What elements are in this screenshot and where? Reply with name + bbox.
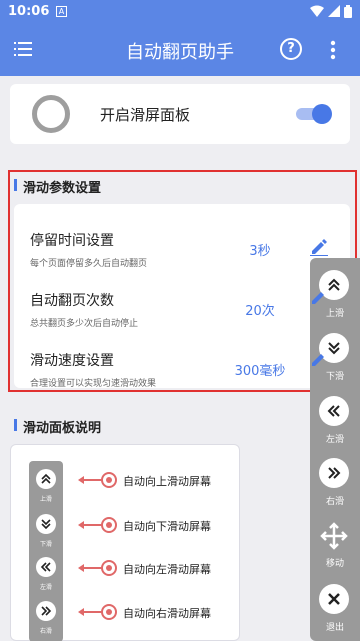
panel-toggle-label: 开启滑屏面板: [100, 106, 191, 124]
mini-left-icon: [36, 557, 56, 577]
mini-label: 左滑: [39, 584, 52, 591]
page-title: 自动翻页助手: [126, 42, 234, 63]
params-section-title: 滑动参数设置: [14, 177, 101, 196]
move-icon[interactable]: [320, 522, 348, 550]
desc-section-title: 滑动面板说明: [14, 417, 101, 436]
double-chevron-right-icon: [328, 467, 341, 479]
pointer-line: [81, 479, 103, 481]
pointer-dot-icon: [101, 604, 117, 620]
panel-right-button[interactable]: [319, 458, 349, 488]
mini-label: 右滑: [39, 628, 52, 635]
param-value: 20次: [245, 304, 275, 319]
pointer-arrow-icon: [78, 521, 84, 529]
param-desc: 合理设置可以实现匀速滑动效果: [30, 379, 157, 389]
mini-right-icon: [36, 601, 56, 621]
pointer-arrow-icon: [78, 608, 84, 616]
status-bar: 10:06 A: [0, 0, 360, 24]
param-desc: 每个页面停留多久后自动翻页: [30, 259, 148, 269]
edit-icon[interactable]: [310, 238, 328, 256]
pointer-line: [81, 611, 103, 613]
status-icons: [310, 5, 352, 18]
edit-icon[interactable]: [310, 288, 328, 306]
mini-label: 下滑: [39, 541, 52, 548]
param-value: 3秒: [249, 244, 271, 259]
panel-right-label: 右滑: [325, 497, 344, 507]
panel-exit-button[interactable]: [319, 584, 349, 614]
status-time: 10:06: [8, 4, 50, 19]
mini-label: 上滑: [39, 496, 52, 503]
pointer-dot-icon: [101, 472, 117, 488]
desc-text: 自动向右滑动屏幕: [123, 607, 211, 620]
param-value: 300毫秒: [234, 364, 286, 379]
panel-up-label: 上滑: [325, 309, 344, 319]
pointer-line: [81, 524, 103, 526]
param-title: 自动翻页次数: [30, 293, 114, 309]
mini-up-icon: [36, 469, 56, 489]
switch-knob: [312, 104, 332, 124]
sim-indicator-icon: A: [56, 6, 67, 17]
wifi-icon: [310, 5, 324, 17]
pointer-arrow-icon: [78, 476, 84, 484]
param-desc: 总共翻页多少次后自动停止: [30, 319, 139, 329]
panel-left-label: 左滑: [325, 435, 344, 445]
signal-icon: [328, 5, 340, 17]
panel-toggle-card: 开启滑屏面板: [10, 84, 350, 144]
desc-text: 自动向左滑动屏幕: [123, 563, 211, 576]
panel-toggle-switch[interactable]: [296, 104, 332, 124]
desc-text: 自动向下滑动屏幕: [123, 520, 211, 533]
more-options-icon[interactable]: [330, 40, 336, 60]
pointer-dot-icon: [101, 517, 117, 533]
pointer-dot-icon: [101, 560, 117, 576]
params-card: 停留时间设置 每个页面停留多久后自动翻页 3秒 自动翻页次数 总共翻页多少次后自…: [14, 204, 350, 389]
panel-move-label: 移动: [325, 559, 344, 569]
battery-icon: [344, 5, 352, 18]
panel-description-card: 上滑 下滑 左滑 右滑 自动向上滑动屏幕 自动向下滑动屏幕 自动向左滑动屏幕 自…: [10, 444, 240, 641]
pointer-arrow-icon: [78, 564, 84, 572]
app-bar: 自动翻页助手 ?: [0, 24, 360, 76]
desc-text: 自动向上滑动屏幕: [123, 475, 211, 488]
mini-down-icon: [36, 514, 56, 534]
pointer-line: [81, 567, 103, 569]
param-title: 滑动速度设置: [30, 353, 114, 369]
help-button[interactable]: ?: [280, 38, 302, 60]
param-row-speed[interactable]: 滑动速度设置 合理设置可以实现匀速滑动效果 300毫秒: [14, 336, 350, 396]
param-row-stay-time[interactable]: 停留时间设置 每个页面停留多久后自动翻页 3秒: [14, 216, 350, 276]
close-icon: [328, 593, 340, 605]
panel-exit-label: 退出: [325, 623, 344, 633]
param-title: 停留时间设置: [30, 233, 114, 249]
double-chevron-left-icon: [327, 405, 340, 417]
param-row-page-count[interactable]: 自动翻页次数 总共翻页多少次后自动停止 20次: [14, 276, 350, 336]
ring-icon: [32, 95, 70, 133]
panel-down-label: 下滑: [325, 372, 344, 382]
panel-left-button[interactable]: [319, 396, 349, 426]
edit-icon[interactable]: [310, 350, 328, 368]
